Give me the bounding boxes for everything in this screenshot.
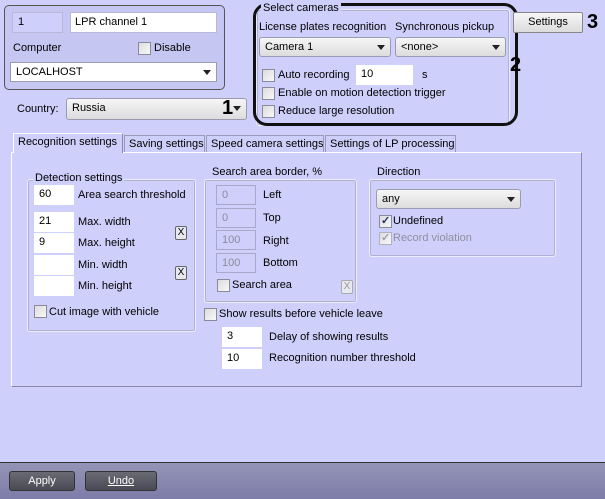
auto-recording-field[interactable]: 10 — [356, 65, 413, 85]
cut-image-checkbox[interactable] — [34, 305, 47, 318]
area-threshold-field[interactable]: 60 — [34, 185, 74, 205]
undefined-checkbox[interactable] — [379, 214, 392, 228]
apply-button[interactable]: Apply — [9, 471, 75, 491]
recognition-threshold-label: Recognition number threshold — [269, 352, 416, 364]
delay-label: Delay of showing results — [269, 331, 389, 343]
chevron-down-icon — [233, 106, 241, 111]
record-violation-checkbox[interactable] — [379, 231, 392, 245]
clear-max-size-button[interactable]: X — [175, 226, 187, 240]
detection-settings-label: Detection settings — [33, 172, 125, 184]
max-height-field[interactable]: 9 — [34, 233, 74, 253]
computer-value: LOCALHOST — [16, 66, 83, 78]
left-border-label: Left — [263, 189, 282, 201]
recognition-threshold-field[interactable]: 10 — [222, 349, 262, 369]
direction-value: any — [382, 193, 400, 205]
tab-speed-camera-settings[interactable]: Speed camera settings — [206, 135, 324, 153]
channel-name-field[interactable]: LPR channel 1 — [70, 12, 217, 33]
auto-recording-checkbox[interactable] — [262, 69, 275, 82]
lpr-camera-value: Camera 1 — [265, 41, 314, 53]
computer-select[interactable]: LOCALHOST — [10, 62, 217, 82]
chevron-down-icon — [492, 45, 500, 50]
min-height-field[interactable] — [34, 276, 74, 296]
area-threshold-label: Area search threshold — [78, 189, 186, 201]
top-border-field[interactable]: 0 — [216, 208, 256, 228]
show-results-label: Show results before vehicle leave — [219, 308, 383, 320]
sync-camera-select[interactable]: <none> — [395, 37, 506, 57]
annotation-1: 1 — [222, 97, 234, 119]
max-width-label: Max. width — [78, 216, 131, 228]
undo-button[interactable]: Undo — [85, 471, 157, 491]
bottom-border-field[interactable]: 100 — [216, 253, 256, 273]
country-select[interactable]: Russia — [66, 98, 247, 120]
show-results-checkbox[interactable] — [204, 308, 217, 321]
disable-checkbox[interactable] — [138, 42, 151, 55]
lpr-label: License plates recognition — [259, 21, 387, 33]
auto-recording-label: Auto recording — [278, 69, 350, 81]
bottom-border-label: Bottom — [263, 257, 298, 269]
min-width-label: Min. width — [78, 259, 128, 271]
tab-lp-processing[interactable]: Settings of LP processing — [325, 135, 456, 153]
clear-min-size-button[interactable]: X — [175, 266, 187, 280]
min-width-field[interactable] — [34, 255, 74, 275]
right-border-field[interactable]: 100 — [216, 230, 256, 250]
reduce-resolution-checkbox[interactable] — [262, 105, 275, 118]
sync-label: Synchronous pickup — [395, 21, 495, 33]
direction-label: Direction — [375, 166, 423, 178]
min-height-label: Min. height — [78, 280, 132, 292]
reduce-resolution-label: Reduce large resolution — [278, 105, 395, 117]
country-value: Russia — [72, 102, 106, 114]
sync-camera-value: <none> — [401, 41, 439, 53]
computer-label: Computer — [13, 42, 62, 54]
search-area-label: Search area — [232, 279, 292, 291]
annotation-2: 2 — [510, 54, 522, 76]
delay-field[interactable]: 3 — [222, 327, 262, 347]
motion-trigger-label: Enable on motion detection trigger — [278, 87, 446, 99]
search-area-border-label: Search area border, % — [210, 166, 325, 178]
max-width-field[interactable]: 21 — [34, 212, 74, 232]
motion-trigger-checkbox[interactable] — [262, 87, 275, 100]
right-border-label: Right — [263, 235, 289, 247]
direction-select[interactable]: any — [376, 189, 521, 209]
channel-id-field[interactable]: 1 — [12, 12, 63, 33]
left-border-field[interactable]: 0 — [216, 185, 256, 205]
settings-button[interactable]: Settings — [513, 12, 583, 33]
search-area-checkbox[interactable] — [217, 279, 230, 292]
seconds-unit: s — [422, 69, 428, 81]
tab-saving-settings[interactable]: Saving settings — [124, 135, 205, 153]
top-border-label: Top — [263, 212, 281, 224]
tab-recognition-settings[interactable]: Recognition settings — [13, 133, 123, 153]
chevron-down-icon — [507, 197, 515, 202]
disable-label: Disable — [154, 42, 191, 54]
country-label: Country: — [17, 103, 59, 115]
record-violation-label: Record violation — [393, 232, 472, 244]
cut-image-label: Cut image with vehicle — [49, 306, 160, 318]
lpr-camera-select[interactable]: Camera 1 — [259, 37, 391, 57]
undefined-label: Undefined — [393, 215, 444, 227]
chevron-down-icon — [377, 45, 385, 50]
clear-search-area-button[interactable]: X — [341, 280, 353, 294]
select-cameras-label: Select cameras — [261, 2, 341, 14]
max-height-label: Max. height — [78, 237, 135, 249]
chevron-down-icon — [203, 70, 211, 75]
annotation-3: 3 — [587, 11, 599, 33]
